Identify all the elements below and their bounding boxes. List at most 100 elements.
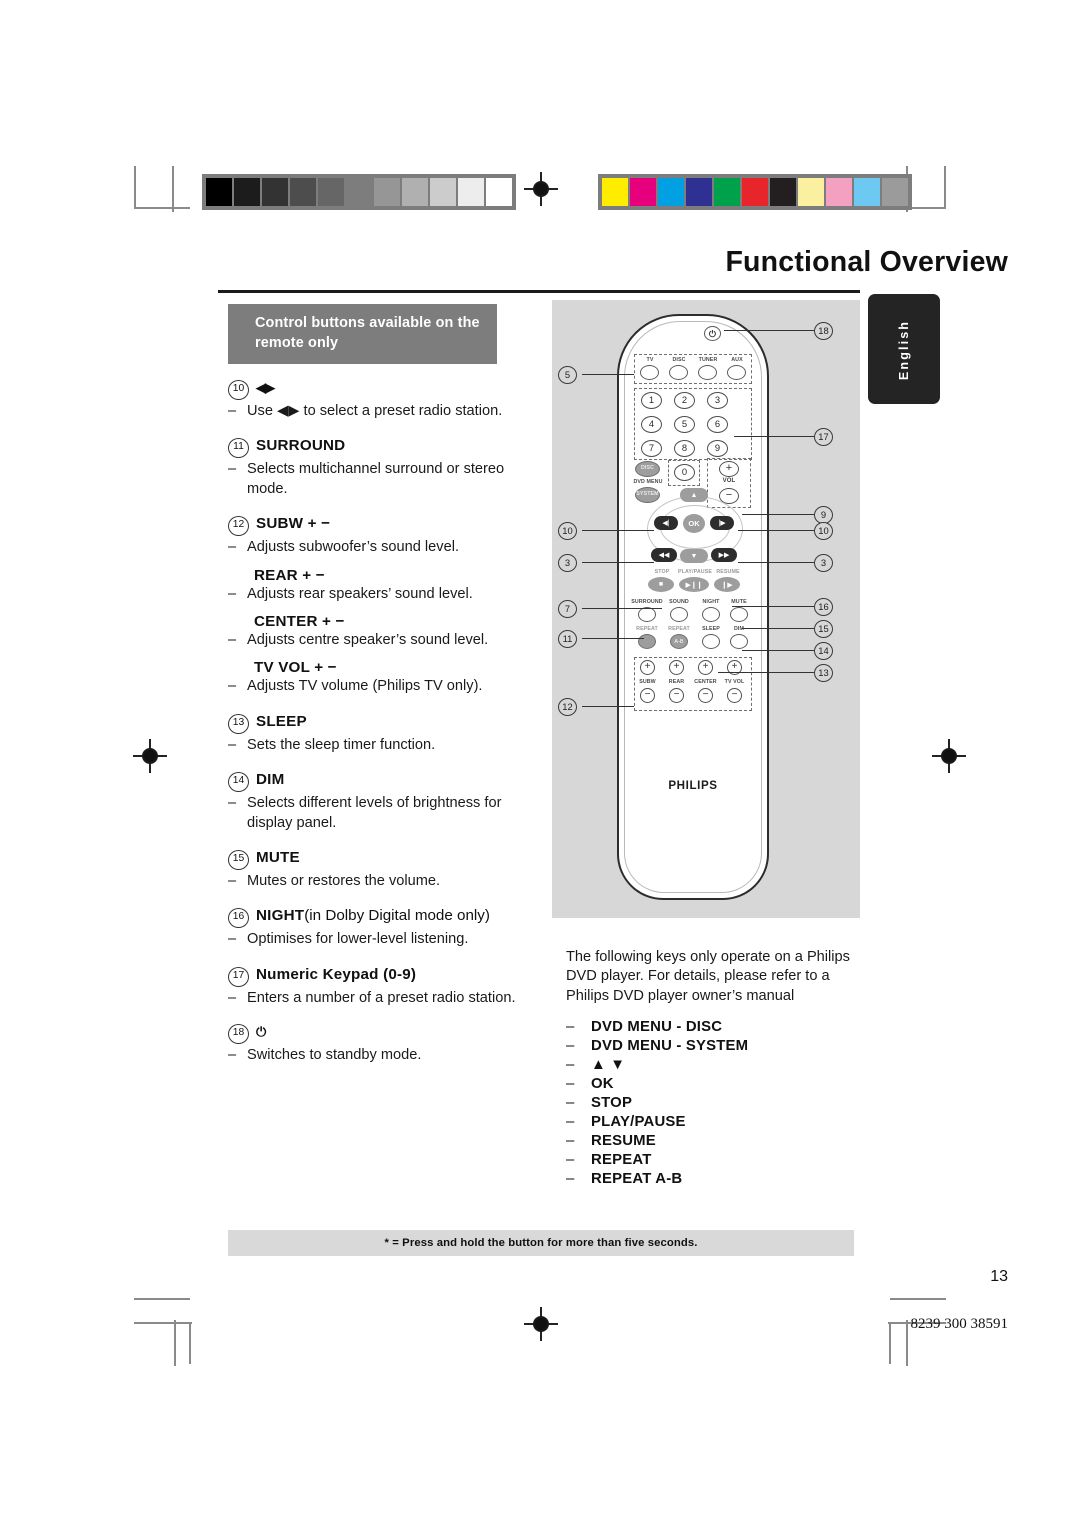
- callout-left-11: 11: [558, 630, 577, 648]
- resume-button[interactable]: ❙▶: [714, 577, 740, 592]
- description-text: Adjusts rear speakers’ sound level.: [247, 585, 473, 602]
- play-pause-button[interactable]: ▶❙❙: [679, 577, 709, 592]
- numeric-key-2[interactable]: 2: [674, 392, 695, 409]
- source-button-tuner[interactable]: [698, 365, 717, 380]
- numeric-key-3[interactable]: 3: [707, 392, 728, 409]
- control-entry-title: SLEEP: [256, 712, 307, 730]
- ok-button[interactable]: OK: [683, 514, 705, 533]
- control-entry-title: TV VOL + −: [254, 659, 337, 677]
- level-minus-subw[interactable]: −: [640, 688, 655, 703]
- color-swatch: [602, 178, 628, 206]
- grayscale-swatch: [486, 178, 512, 206]
- list-dash: –: [228, 461, 237, 478]
- level-minus-tv-vol[interactable]: −: [727, 688, 742, 703]
- dvd-key-item: – REPEAT: [566, 1151, 866, 1170]
- feature2-button-repeat-0[interactable]: [638, 634, 656, 649]
- numeric-key-6[interactable]: 6: [707, 416, 728, 433]
- next-track-button[interactable]: ▶▶: [711, 548, 737, 562]
- feature-button-sound[interactable]: [670, 607, 688, 622]
- source-button-label-aux: AUX: [731, 357, 743, 363]
- source-button-label-tuner: TUNER: [698, 357, 718, 363]
- crop-mark-bottom-left-v: [189, 1322, 191, 1364]
- color-swatch: [770, 178, 796, 206]
- grayscale-swatch: [206, 178, 232, 206]
- dvd-keys-list: – DVD MENU - DISC – DVD MENU - SYSTEM – ▲ ▼ – O…: [566, 1018, 866, 1188]
- standby-icon: ⏻: [708, 328, 717, 339]
- dvd-menu-system-label: SYSTEM: [636, 491, 659, 497]
- feature2-button-repeat-1[interactable]: A-B: [670, 634, 688, 649]
- control-entry-title-suffix: (in Dolby Digital mode only): [304, 907, 490, 925]
- description-text: Use ◀▶ to select a preset radio station.: [247, 402, 503, 419]
- level-plus-subw[interactable]: +: [640, 660, 655, 675]
- numeric-key-5[interactable]: 5: [674, 416, 695, 433]
- nav-up-button[interactable]: ▲: [680, 488, 708, 502]
- list-dash: –: [228, 402, 237, 419]
- control-entry-description: – Adjusts centre speaker’s sound level.: [228, 631, 524, 650]
- callout-right-line: [734, 436, 814, 437]
- feature-label-mute: MUTE: [731, 599, 747, 605]
- feature-button-night[interactable]: [702, 607, 720, 622]
- callout-left-line: [582, 374, 634, 375]
- callout-left-10: 10: [558, 522, 577, 540]
- control-entry-title: SURROUND: [256, 437, 346, 455]
- feature-label-sound: SOUND: [669, 599, 689, 605]
- stop-button[interactable]: ■: [648, 577, 674, 592]
- callout-right-line: [742, 650, 814, 651]
- level-plus-center[interactable]: +: [698, 660, 713, 675]
- control-entry-number: 10: [228, 379, 249, 400]
- color-swatch: [742, 178, 768, 206]
- grayscale-swatch: [346, 178, 372, 206]
- registration-mark-bottom-center: [524, 1307, 558, 1341]
- volume-up-button[interactable]: +: [719, 461, 739, 477]
- control-entry-title: CENTER + −: [254, 612, 345, 630]
- control-entry: 14 DIM – Selects different levels of bright…: [228, 771, 524, 833]
- callout-right-10-3: 10: [814, 522, 833, 540]
- description-text: Switches to standby mode.: [247, 1047, 422, 1064]
- feature2-label-repeat-0: REPEAT: [636, 626, 658, 632]
- nav-down-button[interactable]: ▼: [680, 549, 708, 563]
- dvd-key-item: – DVD MENU - DISC: [566, 1018, 866, 1037]
- control-entry: 10 ◀▶ – Use ◀▶ to select a preset radio sta…: [228, 379, 524, 421]
- level-minus-center[interactable]: −: [698, 688, 713, 703]
- callout-right-14-7: 14: [814, 642, 833, 660]
- previous-track-button[interactable]: ◀◀: [651, 548, 677, 562]
- source-button-disc[interactable]: [669, 365, 688, 380]
- control-entry-description: – Sets the sleep timer function.: [228, 736, 524, 755]
- control-entry-description: – Enters a number of a preset radio stati…: [228, 989, 524, 1008]
- source-button-aux[interactable]: [727, 365, 746, 380]
- dvd-menu-disc-label: DISC: [640, 465, 655, 471]
- numeric-key-7[interactable]: 7: [641, 440, 662, 457]
- level-minus-rear[interactable]: −: [669, 688, 684, 703]
- numeric-key-4[interactable]: 4: [641, 416, 662, 433]
- numeric-key-1[interactable]: 1: [641, 392, 662, 409]
- grayscale-swatch: [234, 178, 260, 206]
- level-plus-rear[interactable]: +: [669, 660, 684, 675]
- control-entry-title: ⏻: [256, 1024, 266, 1040]
- feature2-button-dim-3[interactable]: [730, 634, 748, 649]
- dvd-key-dash: –: [566, 1057, 575, 1074]
- numeric-key-0[interactable]: 0: [674, 464, 695, 481]
- control-entry-heading: 15 MUTE: [228, 849, 524, 871]
- numeric-key-8[interactable]: 8: [674, 440, 695, 457]
- nav-left-button[interactable]: ◀|: [654, 516, 678, 530]
- numeric-key-9[interactable]: 9: [707, 440, 728, 457]
- callout-left-line: [582, 530, 654, 531]
- registration-mark-right: [932, 739, 966, 773]
- nav-right-button[interactable]: |▶: [710, 516, 734, 530]
- dvd-key-dash: –: [566, 1094, 575, 1111]
- crop-mark-bottom-left-h: [134, 1298, 190, 1300]
- footnote-bar: * = Press and hold the button for more t…: [228, 1230, 854, 1256]
- control-entry: REAR + − – Adjusts rear speakers’ sound le…: [228, 567, 524, 604]
- philips-logo: PHILIPS: [668, 779, 718, 792]
- feature2-button-sleep-2[interactable]: [702, 634, 720, 649]
- description-text: Optimises for lower-level listening.: [247, 931, 469, 948]
- feature-button-surround[interactable]: [638, 607, 656, 622]
- source-button-tv[interactable]: [640, 365, 659, 380]
- remote-control-figure: ⏻ TV DISC TUNER AUX 1234567890 DISC DVD MEN…: [552, 300, 860, 918]
- callout-right-line: [718, 672, 814, 673]
- dvd-key-label: PLAY/PAUSE: [591, 1113, 686, 1130]
- list-dash: –: [228, 736, 237, 753]
- left-text-column: Control buttons available on the remote …: [228, 304, 524, 1066]
- feature-button-mute[interactable]: [730, 607, 748, 622]
- section-heading: Control buttons available on the remote …: [228, 304, 497, 364]
